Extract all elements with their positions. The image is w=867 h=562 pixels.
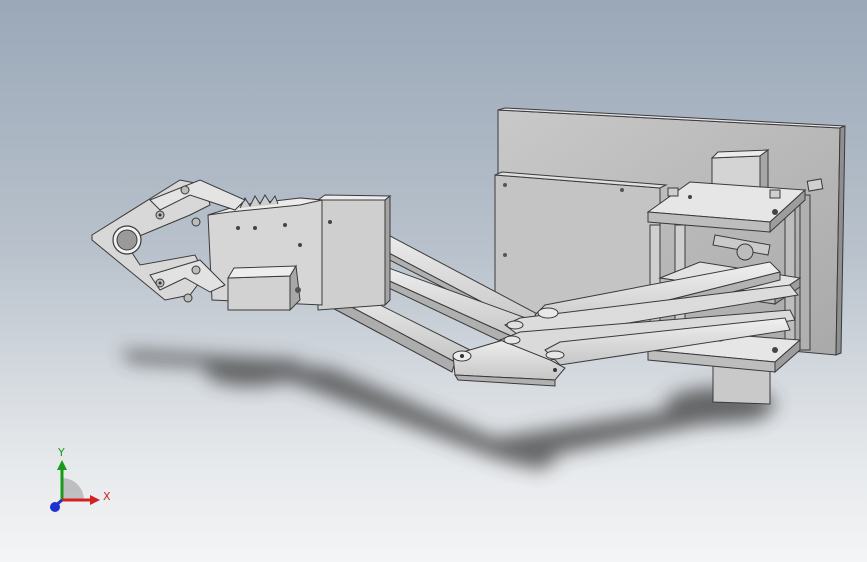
- z-axis-head-icon: [50, 502, 60, 512]
- screw-hole-icon: [503, 253, 507, 257]
- screw-hole-icon: [503, 183, 507, 187]
- screw-hole-icon: [772, 209, 778, 215]
- gripper-servo[interactable]: [227, 264, 301, 312]
- triad-x-label: X: [103, 490, 111, 503]
- pivot-pin-icon: [158, 213, 162, 217]
- screw-hole-icon: [328, 220, 332, 224]
- screw-hole-icon: [772, 347, 778, 353]
- pivot-pin-icon: [158, 281, 162, 285]
- graphics-viewport[interactable]: X Y: [0, 0, 867, 562]
- reference-triad[interactable]: X Y: [50, 446, 111, 512]
- model-scene[interactable]: X Y: [0, 0, 867, 562]
- screw-hole-icon: [688, 195, 692, 199]
- triad-y-label: Y: [57, 446, 65, 459]
- screw-hole-icon: [295, 287, 301, 293]
- pivot-pin-icon: [553, 368, 557, 372]
- screw-hole-icon: [283, 223, 287, 227]
- screw-hole-icon: [253, 226, 257, 230]
- screw-hole-icon: [236, 226, 240, 230]
- triad-plane-icon: [62, 478, 84, 500]
- screw-hole-icon: [620, 188, 624, 192]
- screw-hole-icon: [298, 243, 302, 247]
- pivot-pin-icon: [460, 354, 464, 358]
